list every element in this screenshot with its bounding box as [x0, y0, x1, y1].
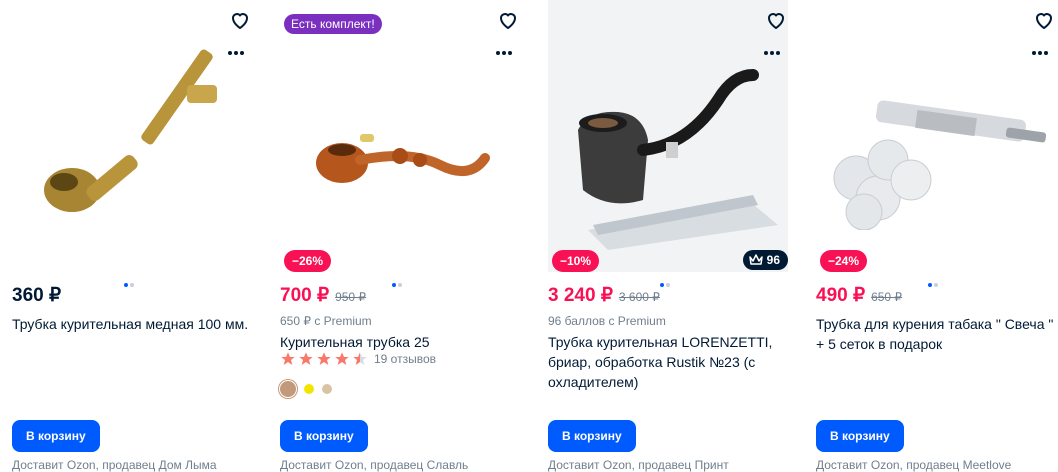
half-star-icon: [353, 352, 367, 365]
heart-icon[interactable]: [496, 8, 520, 32]
delivery-info: Доставит Ozon, продавец Принт: [548, 458, 729, 472]
price: 490 ₽: [816, 285, 866, 306]
more-options-icon[interactable]: [496, 42, 516, 55]
premium-points-note: 96 баллов с Premium: [548, 314, 666, 328]
product-image[interactable]: −10% 96: [548, 0, 788, 287]
review-count: 19 отзывов: [374, 352, 437, 366]
image-pagination-dots: [124, 274, 136, 292]
add-to-cart-button[interactable]: В корзину: [12, 420, 100, 452]
old-price: 650 ₽: [871, 290, 903, 304]
delivery-info: Доставит Ozon, продавец Дом Лыма: [12, 458, 217, 472]
wooden-pipe-image: [316, 134, 490, 183]
premium-points-badge: 96: [742, 250, 788, 270]
product-card[interactable]: 360 ₽ Трубка курительная медная 100 мм. …: [12, 0, 262, 472]
brass-pipe-image: [44, 49, 217, 212]
price-row: 700 ₽ 950 ₽: [280, 284, 366, 307]
star-icon: [281, 352, 295, 365]
discount-badge: −26%: [284, 250, 332, 272]
product-title[interactable]: Трубка курительная медная 100 мм.: [12, 314, 250, 334]
more-options-icon[interactable]: [1032, 42, 1052, 55]
price-row: 490 ₽ 650 ₽: [816, 284, 902, 307]
product-image[interactable]: [12, 0, 252, 287]
product-card[interactable]: −10% 96 3 240 ₽ 3 600 ₽ 96 баллов с Prem…: [548, 0, 798, 472]
briar-pipe-image: [578, 69, 778, 250]
star-icon: [317, 352, 331, 365]
product-title[interactable]: Курительная трубка 25: [280, 332, 518, 352]
premium-points-value: 96: [766, 253, 780, 267]
image-pagination-dots: [928, 274, 940, 292]
old-price: 3 600 ₽: [618, 290, 660, 304]
product-card[interactable]: Есть комплект! −26% 700 ₽ 950 ₽ 650 ₽ с …: [280, 0, 530, 472]
price: 700 ₽: [280, 285, 330, 306]
add-to-cart-button[interactable]: В корзину: [548, 420, 636, 452]
candle-pipe-image: [833, 100, 1047, 230]
more-options-icon[interactable]: [764, 42, 784, 55]
add-to-cart-button[interactable]: В корзину: [816, 420, 904, 452]
rating[interactable]: 19 отзывов: [280, 351, 436, 367]
product-image[interactable]: −24%: [816, 0, 1056, 287]
discount-badge: −24%: [820, 250, 868, 272]
crown-icon: [748, 254, 763, 265]
price: 3 240 ₽: [548, 285, 613, 306]
image-pagination-dots: [392, 274, 404, 292]
more-options-icon[interactable]: [228, 42, 248, 55]
delivery-info: Доставит Ozon, продавец Meetlove: [816, 458, 1012, 472]
old-price: 950 ₽: [335, 290, 367, 304]
star-icon: [335, 352, 349, 365]
color-swatch[interactable]: [304, 384, 314, 394]
product-image[interactable]: Есть комплект! −26%: [280, 0, 520, 287]
image-pagination-dots: [660, 274, 672, 292]
product-card[interactable]: −24% 490 ₽ 650 ₽ Трубка для курения таба…: [816, 0, 1058, 472]
heart-icon[interactable]: [228, 8, 252, 32]
heart-icon[interactable]: [764, 8, 788, 32]
star-icon: [299, 352, 313, 365]
price-row: 3 240 ₽ 3 600 ₽: [548, 284, 660, 307]
delivery-info: Доставит Ozon, продавец Славль: [280, 458, 469, 472]
color-swatch[interactable]: [322, 384, 332, 394]
price: 360 ₽: [12, 285, 62, 306]
product-title[interactable]: Трубка для курения табака " Свеча " + 5 …: [816, 314, 1054, 354]
color-swatch[interactable]: [280, 381, 296, 397]
price-row: 360 ₽: [12, 284, 61, 307]
discount-badge: −10%: [552, 250, 600, 272]
set-available-badge: Есть комплект!: [284, 14, 382, 34]
color-swatches[interactable]: [280, 381, 332, 397]
add-to-cart-button[interactable]: В корзину: [280, 420, 368, 452]
premium-price-note: 650 ₽ с Premium: [280, 314, 372, 328]
product-title[interactable]: Трубка курительная LORENZETTI, бриар, об…: [548, 332, 786, 392]
heart-icon[interactable]: [1032, 8, 1056, 32]
